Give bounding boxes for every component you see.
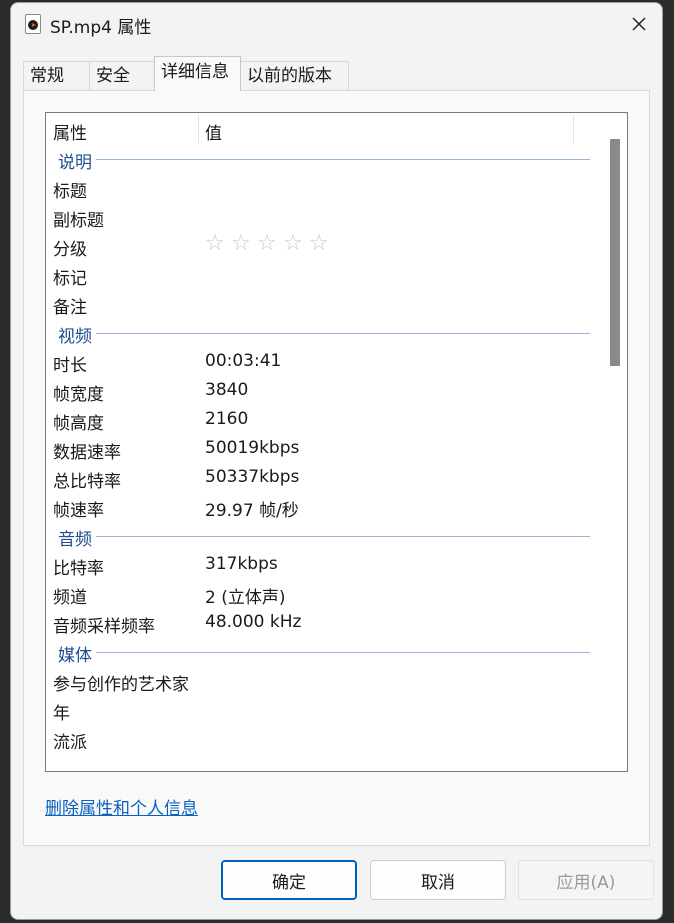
row-duration[interactable]: 时长 00:03:41 — [46, 347, 601, 376]
details-panel: 属性 值 说明 标题 副标题 分级 ☆ ☆ ☆ ☆ ☆ 标记 备注 视频 时长 … — [23, 90, 650, 846]
vertical-scrollbar[interactable] — [608, 139, 620, 769]
window-title: SP.mp4 属性 — [50, 18, 152, 38]
row-subtitle[interactable]: 副标题 — [46, 202, 601, 231]
title-bar[interactable]: SP.mp4 属性 — [11, 3, 662, 47]
group-video: 视频 — [46, 318, 601, 347]
scroll-thumb[interactable] — [610, 139, 620, 366]
tab-security[interactable]: 安全 — [89, 61, 155, 90]
video-file-icon — [25, 14, 41, 34]
row-frame-height[interactable]: 帧高度 2160 — [46, 405, 601, 434]
apply-button[interactable]: 应用(A) — [518, 860, 654, 900]
row-rating[interactable]: 分级 ☆ ☆ ☆ ☆ ☆ — [46, 231, 601, 261]
star-icon[interactable]: ☆ — [257, 232, 281, 256]
header-property[interactable]: 属性 — [53, 119, 87, 144]
tab-details[interactable]: 详细信息 — [154, 56, 241, 91]
star-icon[interactable]: ☆ — [283, 232, 307, 256]
row-frame-width[interactable]: 帧宽度 3840 — [46, 376, 601, 405]
row-data-rate[interactable]: 数据速率 50019kbps — [46, 434, 601, 463]
row-title[interactable]: 标题 — [46, 173, 601, 202]
column-divider[interactable] — [198, 115, 199, 143]
header-value[interactable]: 值 — [205, 119, 222, 144]
row-channels[interactable]: 频道 2 (立体声) — [46, 579, 601, 608]
row-tags[interactable]: 标记 — [46, 260, 601, 289]
column-divider[interactable] — [573, 115, 574, 143]
star-icon[interactable]: ☆ — [231, 232, 255, 256]
row-frame-rate[interactable]: 帧速率 29.97 帧/秒 — [46, 492, 601, 521]
remove-properties-link[interactable]: 删除属性和个人信息 — [45, 794, 198, 819]
rating-stars[interactable]: ☆ ☆ ☆ ☆ ☆ — [205, 232, 333, 256]
star-icon[interactable]: ☆ — [309, 232, 333, 256]
row-year[interactable]: 年 — [46, 695, 601, 724]
star-icon[interactable]: ☆ — [205, 232, 229, 256]
group-media: 媒体 — [46, 637, 601, 666]
list-header: 属性 值 — [46, 113, 601, 145]
properties-dialog: SP.mp4 属性 常规 安全 详细信息 以前的版本 属性 值 说明 标题 副标… — [10, 2, 663, 920]
close-icon — [632, 17, 646, 31]
cancel-button[interactable]: 取消 — [370, 860, 506, 900]
tab-previous-versions[interactable]: 以前的版本 — [240, 61, 349, 90]
row-contributing-artists[interactable]: 参与创作的艺术家 — [46, 666, 601, 695]
row-comments[interactable]: 备注 — [46, 289, 601, 318]
property-list[interactable]: 属性 值 说明 标题 副标题 分级 ☆ ☆ ☆ ☆ ☆ 标记 备注 视频 时长 … — [45, 112, 628, 772]
close-button[interactable] — [616, 3, 662, 45]
group-audio: 音频 — [46, 521, 601, 550]
row-genre[interactable]: 流派 — [46, 724, 601, 753]
row-sample-rate[interactable]: 音频采样频率 48.000 kHz — [46, 608, 601, 637]
group-description: 说明 — [46, 144, 601, 173]
row-bitrate[interactable]: 比特率 317kbps — [46, 550, 601, 579]
row-total-bitrate[interactable]: 总比特率 50337kbps — [46, 463, 601, 492]
tab-general[interactable]: 常规 — [23, 61, 90, 90]
property-rows: 说明 标题 副标题 分级 ☆ ☆ ☆ ☆ ☆ 标记 备注 视频 时长 00:03… — [46, 144, 601, 753]
ok-button[interactable]: 确定 — [221, 860, 357, 900]
